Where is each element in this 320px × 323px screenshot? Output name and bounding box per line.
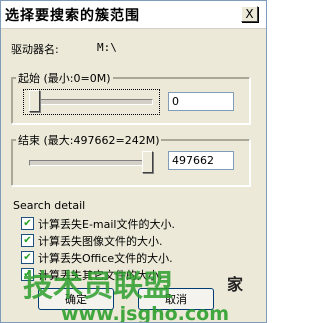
start-legend: 起始 (最小:0=0M) [16, 70, 113, 86]
option-email-label: 计算丢失E-mail文件的大小. [38, 218, 175, 231]
end-legend: 结束 (最大:497662=242M) [16, 132, 162, 148]
end-value-input[interactable] [168, 151, 234, 170]
title-bar: 选择要搜索的簇范围 X [1, 1, 266, 29]
checkbox-other[interactable]: ✔ [21, 268, 34, 281]
checkbox-office[interactable]: ✔ [21, 251, 34, 264]
close-button[interactable]: X [241, 6, 258, 22]
option-image-label: 计算丢失图像文件的大小. [38, 235, 163, 248]
start-slider-thumb[interactable] [29, 90, 40, 112]
start-slider-track[interactable] [29, 99, 153, 105]
cancel-button[interactable]: 取消 [138, 288, 214, 310]
start-value-input[interactable] [168, 92, 234, 111]
drive-value: M:\ [83, 39, 247, 57]
option-other-label: 计算丢失其它文件的大小. [38, 269, 163, 282]
end-slider-track[interactable] [29, 160, 153, 166]
checkbox-email[interactable]: ✔ [21, 217, 34, 230]
drive-label: 驱动器名: [11, 43, 59, 56]
watermark-tag: 家 [227, 275, 244, 294]
checkbox-image[interactable]: ✔ [21, 234, 34, 247]
ok-button[interactable]: 确定 [38, 288, 114, 310]
window-title: 选择要搜索的簇范围 [5, 8, 140, 24]
option-office-label: 计算丢失Office文件的大小. [38, 252, 173, 265]
search-detail-heading: Search detail [13, 199, 86, 212]
dialog-window: 选择要搜索的簇范围 X 驱动器名: M:\ 起始 (最小:0=0M) 结束 (最… [0, 0, 267, 323]
end-slider-thumb[interactable] [142, 151, 153, 173]
